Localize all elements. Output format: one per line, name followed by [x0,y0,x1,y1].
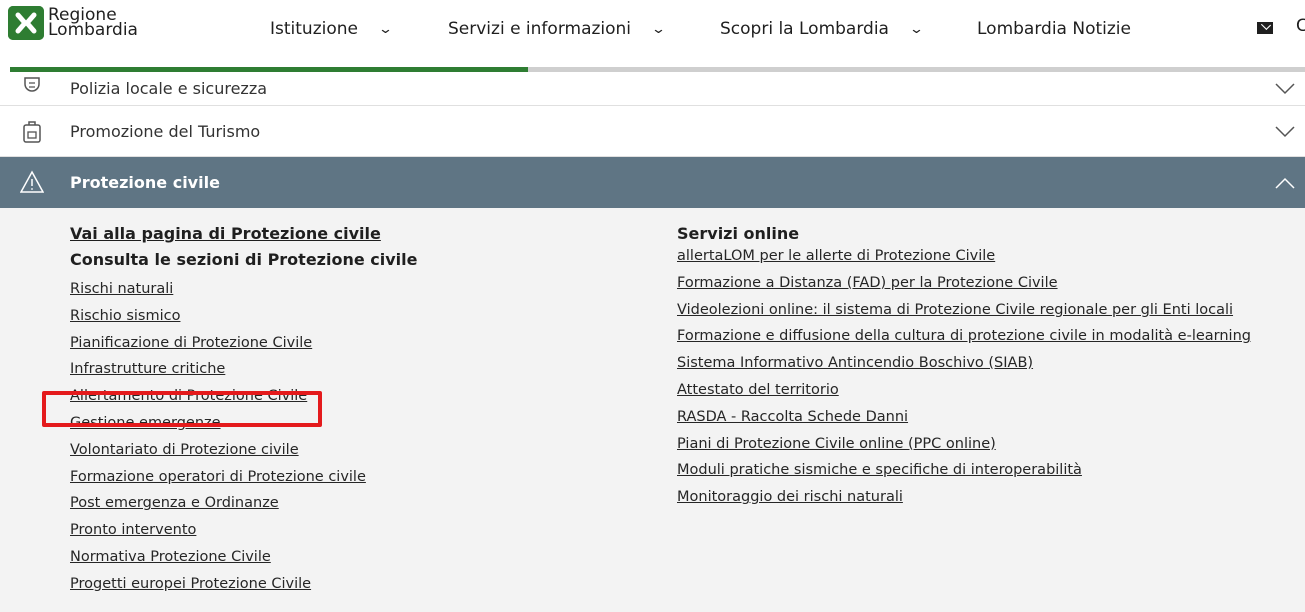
panel-link[interactable]: Attestato del territorio [677,377,1251,404]
site-header: Regione Lombardia Istituzione ⌄ Servizi … [0,0,1305,64]
panel-link[interactable]: allertaLOM per le allerte di Protezione … [677,243,1251,270]
panel-link[interactable]: Progetti europei Protezione Civile [70,571,418,598]
logo-text: Regione Lombardia [48,7,138,40]
panel-link[interactable]: Formazione a Distanza (FAD) per la Prote… [677,270,1251,297]
accordion-row-turismo[interactable]: Promozione del Turismo [0,107,1305,157]
regione-lombardia-logo[interactable]: Regione Lombardia [8,6,138,40]
panel-link[interactable]: Pronto intervento [70,517,418,544]
panel-link[interactable]: Allertamento di Protezione Civile [70,383,418,410]
chevron-down-icon[interactable] [1275,82,1295,95]
accordion-row-polizia[interactable]: Polizia locale e sicurezza [0,72,1305,106]
chevron-down-icon: ⌄ [377,21,394,37]
nav-servizi[interactable]: Servizi e informazioni ⌄ [448,19,720,39]
accordion-row-label: Protezione civile [70,173,220,192]
panel-link[interactable]: Post emergenza e Ordinanze [70,490,418,517]
servizi-online-title: Servizi online [677,224,800,243]
main-nav: Istituzione ⌄ Servizi e informazioni ⌄ S… [270,19,1131,39]
nav-istituzione[interactable]: Istituzione ⌄ [270,19,448,39]
chevron-down-icon: ⌄ [908,21,925,37]
panel-link[interactable]: Rischio sismico [70,303,418,330]
sections-title: Consulta le sezioni di Protezione civile [70,250,418,269]
panel-link[interactable]: Rischi naturali [70,276,418,303]
panel-link[interactable]: Pianificazione di Protezione Civile [70,330,418,357]
panel-link[interactable]: Formazione e diffusione della cultura di… [677,323,1251,350]
panel-link[interactable]: Volontariato di Protezione civile [70,437,418,464]
warning-icon [20,170,44,193]
protezione-civile-panel: Vai alla pagina di Protezione civile Con… [0,208,1305,612]
accordion-row-label: Promozione del Turismo [70,122,261,141]
panel-link[interactable]: Infrastrutture critiche [70,356,418,383]
panel-link[interactable]: RASDA - Raccolta Schede Danni [677,404,1251,431]
servizi-link-list: allertaLOM per le allerte di Protezione … [677,243,1251,511]
panel-link[interactable]: Gestione emergenze [70,410,418,437]
nav-notizie[interactable]: Lombardia Notizie [977,19,1131,39]
accordion-row-label: Polizia locale e sicurezza [70,79,268,98]
panel-link[interactable]: Videolezioni online: il sistema di Prote… [677,297,1251,324]
logo-line2: Lombardia [48,20,138,40]
panel-right-column: Servizi online allertaLOM per le allerte… [677,224,1251,511]
panel-link[interactable]: Formazione operatori di Protezione civil… [70,464,418,491]
chevron-up-icon[interactable] [1275,177,1295,189]
mail-icon[interactable] [1257,22,1273,34]
sections-link-list: Rischi naturali Rischio sismico Pianificaz… [70,276,418,598]
logo-mark-icon [8,6,44,40]
main-page-link[interactable]: Vai alla pagina di Protezione civile [70,224,418,244]
panel-link[interactable]: Monitoraggio dei rischi naturali [677,484,1251,511]
nav-label: Scopri la Lombardia [720,19,889,39]
backpack-icon [23,121,41,143]
panel-link[interactable]: Normativa Protezione Civile [70,544,418,571]
panel-link[interactable]: Moduli pratiche sismiche e specifiche di… [677,457,1251,484]
chevron-down-icon: ⌄ [650,21,667,37]
panel-link[interactable]: Sistema Informativo Antincendio Boschivo… [677,350,1251,377]
nav-scopri[interactable]: Scopri la Lombardia ⌄ [720,19,977,39]
chevron-down-icon[interactable] [1275,125,1295,138]
police-icon [24,77,40,92]
panel-link[interactable]: Piani di Protezione Civile online (PPC o… [677,431,1251,458]
nav-label: Servizi e informazioni [448,19,632,39]
accordion-row-protezione-civile[interactable]: Protezione civile [0,157,1305,208]
header-cut-text[interactable]: C [1296,16,1305,36]
nav-label: Lombardia Notizie [977,19,1131,39]
nav-label: Istituzione [270,19,358,39]
panel-left-column: Vai alla pagina di Protezione civile Con… [70,224,418,598]
